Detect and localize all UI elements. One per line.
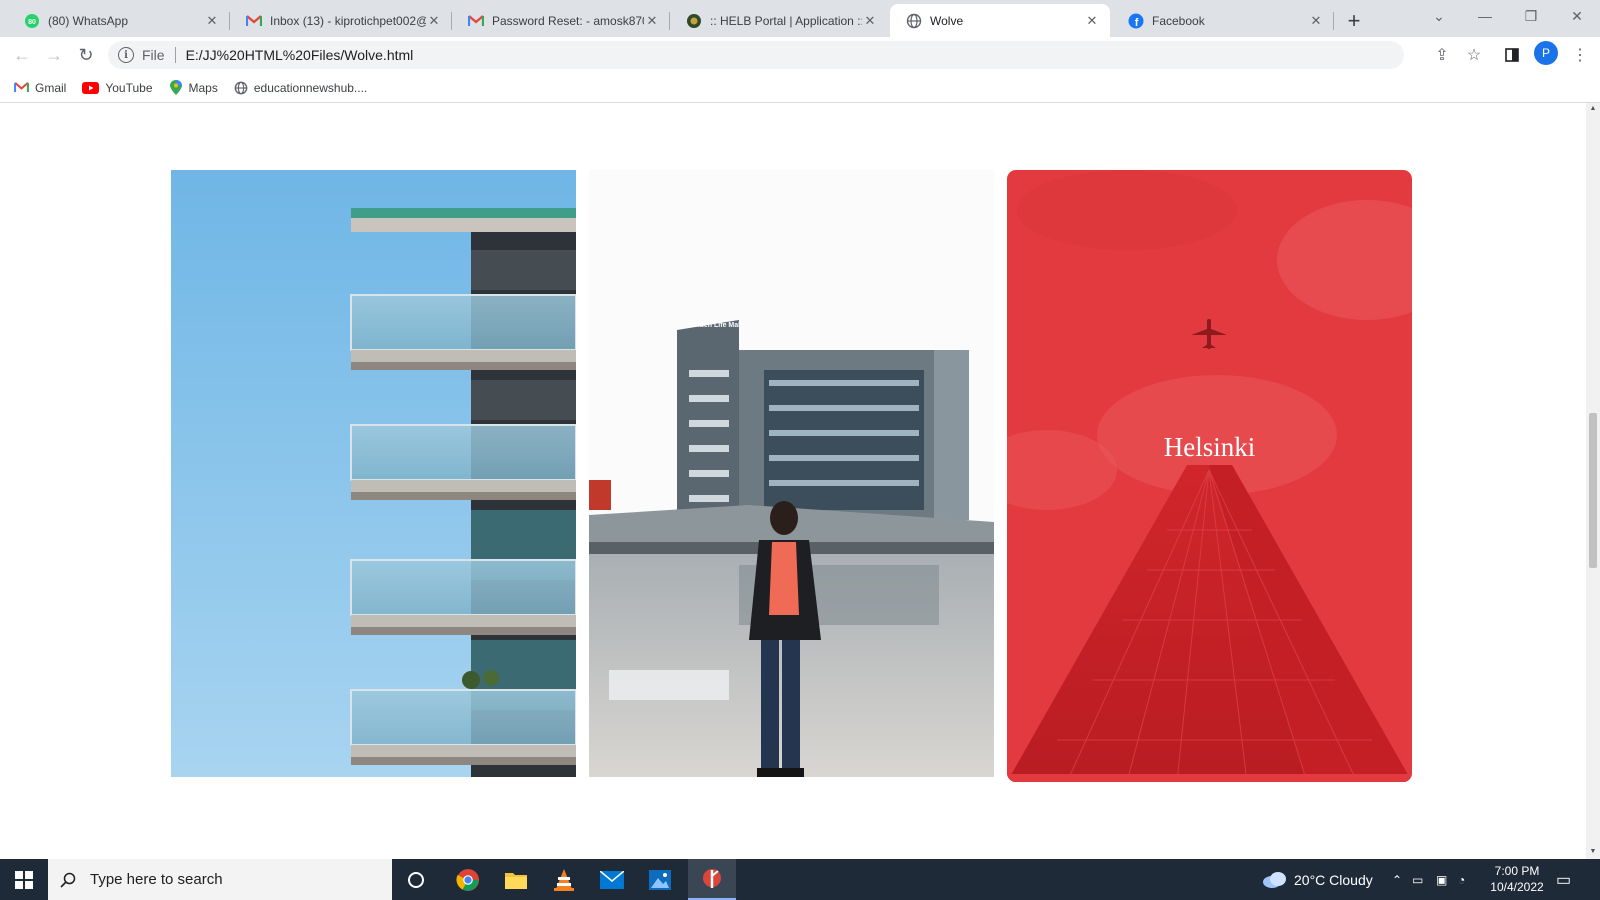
reload-button[interactable]: ↻ <box>72 41 100 69</box>
scroll-down-arrow[interactable]: ▼ <box>1589 848 1597 856</box>
tab-whatsapp[interactable]: 80 (80) WhatsApp ✕ <box>8 4 230 37</box>
share-icon[interactable]: ⇪ <box>1428 41 1456 69</box>
show-hidden-icons[interactable]: ⌃ <box>1392 859 1402 900</box>
cortana-icon[interactable] <box>392 859 440 900</box>
mall-photo-card: Golden Life Mall <box>589 170 994 777</box>
weather-widget[interactable]: 20°C Cloudy <box>1262 859 1373 900</box>
gmail-icon <box>468 13 484 29</box>
star-icon[interactable]: ☆ <box>1460 41 1488 69</box>
globe-icon <box>906 13 922 29</box>
weather-text: 20°C Cloudy <box>1294 871 1373 888</box>
address-bar[interactable]: i File E:/JJ%20HTML%20Files/Wolve.html <box>108 41 1404 69</box>
gmail-icon <box>246 13 262 29</box>
photos-icon[interactable] <box>636 859 684 900</box>
bookmark-educationnewshub[interactable]: educationnewshub.... <box>234 81 367 95</box>
helsinki-card[interactable]: Helsinki <box>1007 170 1412 782</box>
whatsapp-badge: 80 <box>28 19 36 26</box>
tab-facebook[interactable]: f Facebook ✕ <box>1112 4 1334 37</box>
menu-icon[interactable]: ⋮ <box>1566 41 1594 69</box>
cloud-icon <box>1263 871 1286 888</box>
restore-button[interactable]: ❐ <box>1508 0 1554 32</box>
tab-title: Password Reset: - amosk8701 <box>492 13 644 28</box>
info-icon[interactable]: i <box>118 47 134 63</box>
facebook-icon: f <box>1128 13 1144 29</box>
card-caption: Helsinki <box>1163 432 1256 462</box>
maps-icon <box>169 80 182 95</box>
clock-time: 7:00 PM <box>1494 864 1540 878</box>
new-tab-button[interactable]: + <box>1340 7 1368 35</box>
bookmark-gmail[interactable]: Gmail <box>14 81 66 95</box>
gmail-icon <box>14 82 29 93</box>
tab-title: (80) WhatsApp <box>48 13 129 28</box>
bookmark-label: Gmail <box>35 80 67 95</box>
side-panel-icon[interactable] <box>1498 41 1526 69</box>
mail-icon[interactable] <box>588 859 636 900</box>
minimize-button[interactable]: — <box>1462 0 1508 32</box>
balcony-building-image <box>171 170 576 777</box>
tab-strip: 80 (80) WhatsApp ✕ Inbox (13) - kiprotic… <box>0 0 1600 37</box>
close-icon[interactable]: ✕ <box>426 13 442 29</box>
system-clock[interactable]: 7:00 PM 10/4/2022 <box>1482 863 1552 895</box>
globe-icon <box>234 81 248 94</box>
close-icon[interactable]: ✕ <box>1308 13 1324 29</box>
scroll-thumb[interactable] <box>1589 413 1597 568</box>
man-in-front-of-mall-image <box>589 170 994 777</box>
bookmark-label: Maps <box>188 80 218 95</box>
start-button[interactable] <box>0 859 48 900</box>
bookmarks-bar: Gmail YouTube Maps educationnewshub.... <box>0 73 1600 103</box>
notification-icon[interactable]: ▭ <box>1556 859 1571 900</box>
youtube-icon <box>82 81 100 94</box>
close-icon[interactable]: ✕ <box>204 13 220 29</box>
back-button[interactable]: ← <box>8 41 36 69</box>
address-scheme: File <box>142 47 165 63</box>
tab-password-reset[interactable]: Password Reset: - amosk8701 ✕ <box>452 4 670 37</box>
bookmark-maps[interactable]: Maps <box>169 80 218 95</box>
helb-icon <box>686 13 702 29</box>
close-icon[interactable]: ✕ <box>1084 13 1100 29</box>
wifi-icon[interactable]: ◔ <box>1458 859 1465 900</box>
meet-now-icon[interactable]: ▣ <box>1436 859 1447 900</box>
close-window-button[interactable]: ✕ <box>1554 0 1600 32</box>
windows-icon <box>15 870 33 889</box>
clock-date: 10/4/2022 <box>1490 880 1544 894</box>
forward-button[interactable]: → <box>40 41 68 69</box>
battery-icon[interactable]: ▭ <box>1412 859 1423 900</box>
chrome-icon[interactable] <box>444 859 492 900</box>
bookmark-label: educationnewshub.... <box>253 80 368 95</box>
vlc-icon[interactable] <box>540 859 588 900</box>
svg-text:f: f <box>1135 17 1139 29</box>
page-scrollbar[interactable]: ▲ ▼ <box>1586 103 1600 859</box>
bookmark-youtube[interactable]: YouTube <box>82 80 153 95</box>
tab-wolve[interactable]: Wolve ✕ <box>890 4 1110 37</box>
page-viewport: Golden Life Mall Helsinki <box>0 103 1586 859</box>
browser-toolbar: ← → ↻ i File E:/JJ%20HTML%20Files/Wolve.… <box>0 37 1600 73</box>
bookmark-label: YouTube <box>105 80 153 95</box>
building-photo-card <box>171 170 576 777</box>
taskbar-search-box[interactable]: Type here to search <box>48 859 392 900</box>
tab-title: Wolve <box>930 13 964 28</box>
tab-helb-portal[interactable]: :: HELB Portal | Application :: ✕ <box>670 4 888 37</box>
tab-title: Facebook <box>1152 13 1205 28</box>
scroll-up-arrow[interactable]: ▲ <box>1589 105 1597 113</box>
profile-avatar[interactable]: P <box>1534 41 1558 65</box>
address-url[interactable]: E:/JJ%20HTML%20Files/Wolve.html <box>186 47 414 63</box>
windows-taskbar: Type here to search 20°C Cloudy ⌃ ▭ ▣ ◔ … <box>0 859 1600 900</box>
close-icon[interactable]: ✕ <box>862 13 878 29</box>
app-icon[interactable] <box>688 859 736 900</box>
mall-sign-text: Golden Life Mall <box>687 322 743 329</box>
whatsapp-icon: 80 <box>24 13 40 29</box>
tab-title: :: HELB Portal | Application :: <box>710 13 862 28</box>
tab-search-icon[interactable]: ⌄ <box>1416 0 1462 32</box>
tab-inbox[interactable]: Inbox (13) - kiprotichpet002@ ✕ <box>230 4 452 37</box>
file-explorer-icon[interactable] <box>492 859 540 900</box>
red-skyscraper-image <box>1007 170 1412 782</box>
search-icon <box>60 872 76 888</box>
search-placeholder: Type here to search <box>90 871 223 888</box>
tab-title: Inbox (13) - kiprotichpet002@ <box>270 13 426 28</box>
close-icon[interactable]: ✕ <box>644 13 660 29</box>
